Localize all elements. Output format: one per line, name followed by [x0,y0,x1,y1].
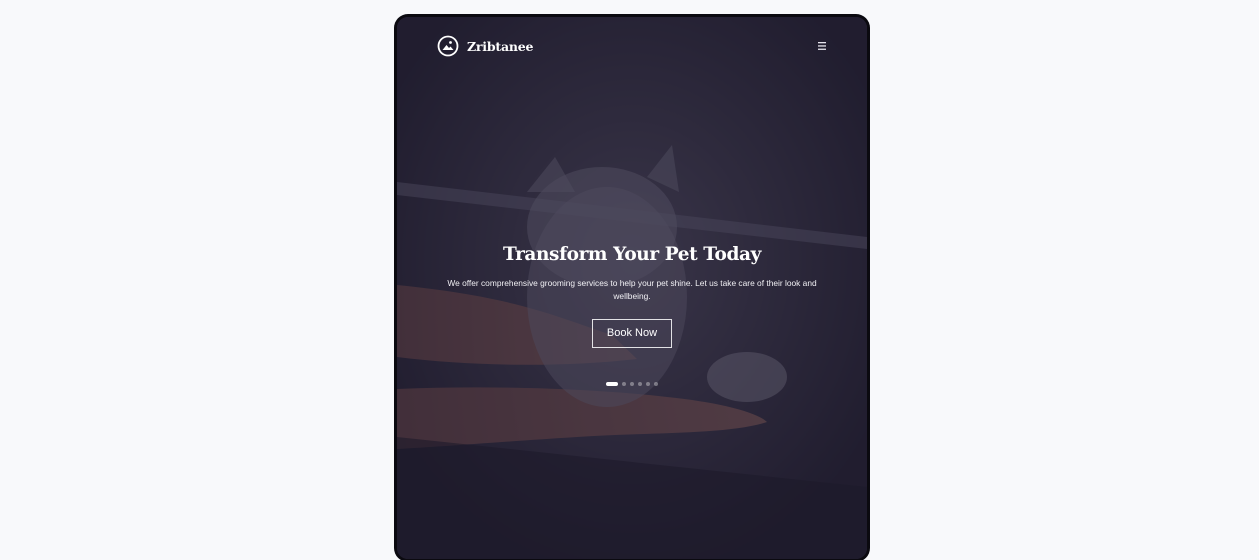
navbar: Zribtanee [397,17,867,77]
slider-pagination [397,382,867,386]
page-canvas: Zribtanee Transform Your Pet Today We of… [0,0,1259,560]
slider-dot[interactable] [630,382,634,386]
hamburger-menu-icon[interactable] [815,39,829,53]
book-now-button[interactable]: Book Now [592,319,672,348]
device-frame: Zribtanee Transform Your Pet Today We of… [394,14,870,560]
hero-content: Transform Your Pet Today We offer compre… [397,239,867,348]
hero-section: Zribtanee Transform Your Pet Today We of… [397,17,867,559]
hero-title: Transform Your Pet Today [503,244,761,265]
slider-dot[interactable] [654,382,658,386]
slider-dot[interactable] [622,382,626,386]
brand-logo-link[interactable]: Zribtanee [437,35,533,57]
brand-name: Zribtanee [467,38,534,54]
mountain-sun-circle-icon [437,35,459,57]
slider-dot[interactable] [606,382,618,386]
slider-dot[interactable] [638,382,642,386]
hero-description: We offer comprehensive grooming services… [447,278,817,301]
slider-dot[interactable] [646,382,650,386]
